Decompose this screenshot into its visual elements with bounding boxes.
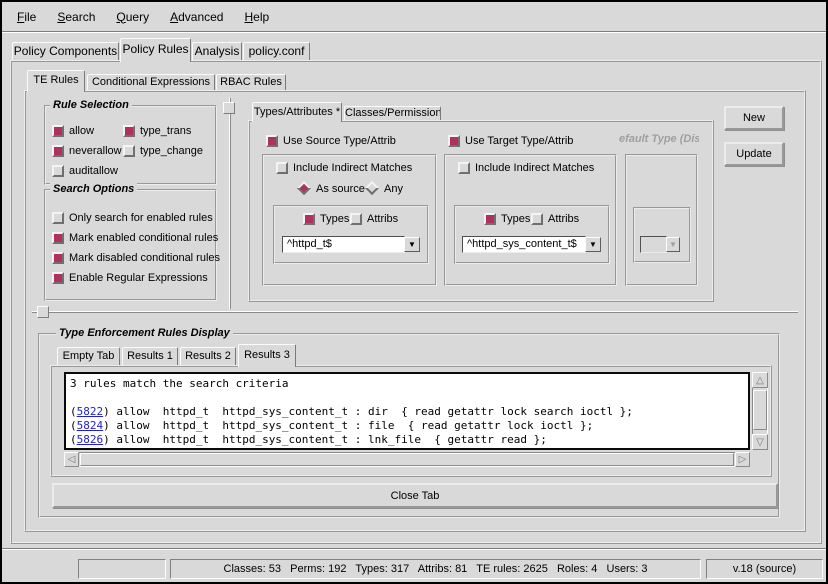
target-type-combo-input[interactable]: ^httpd_sys_content_t$ xyxy=(462,236,586,253)
tab-types-attributes[interactable]: Types/Attributes * xyxy=(252,102,342,122)
target-indirect-checkbox[interactable] xyxy=(458,162,470,174)
source-indirect-label: Include Indirect Matches xyxy=(293,162,412,174)
tab-results-3[interactable]: Results 3 xyxy=(238,344,296,367)
only-enabled-checkbox[interactable] xyxy=(52,212,64,224)
target-combo-dropdown-icon[interactable]: ▼ xyxy=(585,237,601,252)
allow-label: allow xyxy=(69,125,94,137)
search-options-group xyxy=(44,189,217,301)
tab-te-rules[interactable]: TE Rules xyxy=(27,70,85,92)
tab-rbac-rules[interactable]: RBAC Rules xyxy=(216,74,286,90)
rule-link-5824[interactable]: 5824 xyxy=(77,419,104,432)
allow-checkbox[interactable] xyxy=(52,125,64,137)
search-options-title: Search Options xyxy=(50,183,137,195)
rule-line-2: (5824) allow httpd_t httpd_sys_content_t… xyxy=(70,419,744,433)
status-box-left xyxy=(78,559,166,579)
only-enabled-label: Only search for enabled rules xyxy=(69,212,213,224)
mark-disabled-label: Mark disabled conditional rules xyxy=(69,252,220,264)
scroll-left-icon[interactable]: ◁ xyxy=(64,452,79,467)
tab-policy-conf[interactable]: policy.conf xyxy=(243,42,310,60)
te-display-title: Type Enforcement Rules Display xyxy=(56,327,233,339)
menu-search[interactable]: Search xyxy=(54,8,98,26)
menu-file[interactable]: File xyxy=(14,8,39,26)
type-change-label: type_change xyxy=(140,145,203,157)
close-tab-button[interactable]: Close Tab xyxy=(52,483,778,508)
status-version: v.18 (source) xyxy=(706,559,823,579)
target-attribs-checkbox[interactable] xyxy=(531,213,543,225)
results-textarea[interactable]: 3 rules match the search criteria (5822)… xyxy=(64,372,750,450)
rule-link-5822[interactable]: 5822 xyxy=(77,405,104,418)
regex-checkbox[interactable] xyxy=(52,272,64,284)
source-types-checkbox[interactable] xyxy=(303,213,315,225)
status-stats: Classes: 53 Perms: 192 Types: 317 Attrib… xyxy=(170,559,701,579)
menu-help[interactable]: Help xyxy=(241,8,272,26)
v-scrollbar-thumb[interactable] xyxy=(753,390,767,430)
use-target-label: Use Target Type/Attrib xyxy=(465,135,573,147)
as-source-label: As source xyxy=(316,183,365,195)
scroll-right-icon[interactable]: ▷ xyxy=(735,452,750,467)
tab-classes-permissions[interactable]: Classes/Permissions xyxy=(344,106,441,120)
tab-policy-rules[interactable]: Policy Rules xyxy=(120,38,191,62)
any-label: Any xyxy=(384,183,403,195)
use-source-checkbox[interactable] xyxy=(266,135,278,147)
mark-enabled-checkbox[interactable] xyxy=(52,232,64,244)
source-type-combo-input[interactable]: ^httpd_t$ xyxy=(282,236,405,253)
mark-disabled-checkbox[interactable] xyxy=(52,252,64,264)
source-attribs-checkbox[interactable] xyxy=(350,213,362,225)
horizontal-sash[interactable] xyxy=(32,311,798,313)
default-type-inner-box xyxy=(633,207,691,263)
auditallow-label: auditallow xyxy=(69,165,118,177)
mark-enabled-label: Mark enabled conditional rules xyxy=(69,232,218,244)
tab-policy-components[interactable]: Policy Components xyxy=(12,42,119,60)
blank-line xyxy=(70,391,744,405)
use-target-checkbox[interactable] xyxy=(448,135,460,147)
h-scrollbar-thumb[interactable] xyxy=(80,453,734,466)
vertical-sash[interactable] xyxy=(229,98,231,309)
type-trans-label: type_trans xyxy=(140,125,191,137)
tab-analysis[interactable]: Analysis xyxy=(192,42,242,60)
source-attribs-label: Attribs xyxy=(367,213,398,225)
target-types-checkbox[interactable] xyxy=(484,213,496,225)
scroll-down-icon[interactable]: ▽ xyxy=(752,434,768,450)
default-type-combo-input xyxy=(640,236,667,253)
target-attribs-label: Attribs xyxy=(548,213,579,225)
apol-window: File Search Query Advanced Help Policy C… xyxy=(0,0,828,584)
tab-empty-tab[interactable]: Empty Tab xyxy=(57,347,120,365)
rule-line-3: (5826) allow httpd_t httpd_sys_content_t… xyxy=(70,433,744,447)
scroll-up-icon[interactable]: △ xyxy=(752,372,768,388)
tab-results-1[interactable]: Results 1 xyxy=(122,347,178,365)
type-trans-checkbox[interactable] xyxy=(123,125,135,137)
tab-conditional-expressions[interactable]: Conditional Expressions xyxy=(87,74,215,90)
neverallow-checkbox[interactable] xyxy=(52,145,64,157)
source-combo-dropdown-icon[interactable]: ▼ xyxy=(404,237,420,252)
rule-line-1: (5822) allow httpd_t httpd_sys_content_t… xyxy=(70,405,744,419)
source-types-label: Types xyxy=(320,213,349,225)
regex-label: Enable Regular Expressions xyxy=(69,272,208,284)
type-change-checkbox[interactable] xyxy=(123,145,135,157)
default-type-dropdown-icon: ▼ xyxy=(666,237,680,252)
rule-selection-title: Rule Selection xyxy=(50,99,132,111)
update-button[interactable]: Update xyxy=(724,142,784,166)
menu-query[interactable]: Query xyxy=(113,8,152,26)
new-button[interactable]: New xyxy=(724,106,784,130)
menu-bar: File Search Query Advanced Help xyxy=(2,2,826,32)
rule-link-5826[interactable]: 5826 xyxy=(77,433,104,446)
auditallow-checkbox[interactable] xyxy=(52,165,64,177)
results-summary: 3 rules match the search criteria xyxy=(70,377,744,391)
target-types-label: Types xyxy=(501,213,530,225)
vertical-sash-handle[interactable] xyxy=(223,102,235,114)
use-source-label: Use Source Type/Attrib xyxy=(283,135,396,147)
menu-advanced[interactable]: Advanced xyxy=(167,8,226,26)
source-indirect-checkbox[interactable] xyxy=(276,162,288,174)
target-indirect-label: Include Indirect Matches xyxy=(475,162,594,174)
horizontal-sash-handle[interactable] xyxy=(37,306,49,318)
default-type-title: efault Type (Disa xyxy=(619,133,699,145)
tab-results-2[interactable]: Results 2 xyxy=(180,347,236,365)
neverallow-label: neverallow xyxy=(69,145,122,157)
